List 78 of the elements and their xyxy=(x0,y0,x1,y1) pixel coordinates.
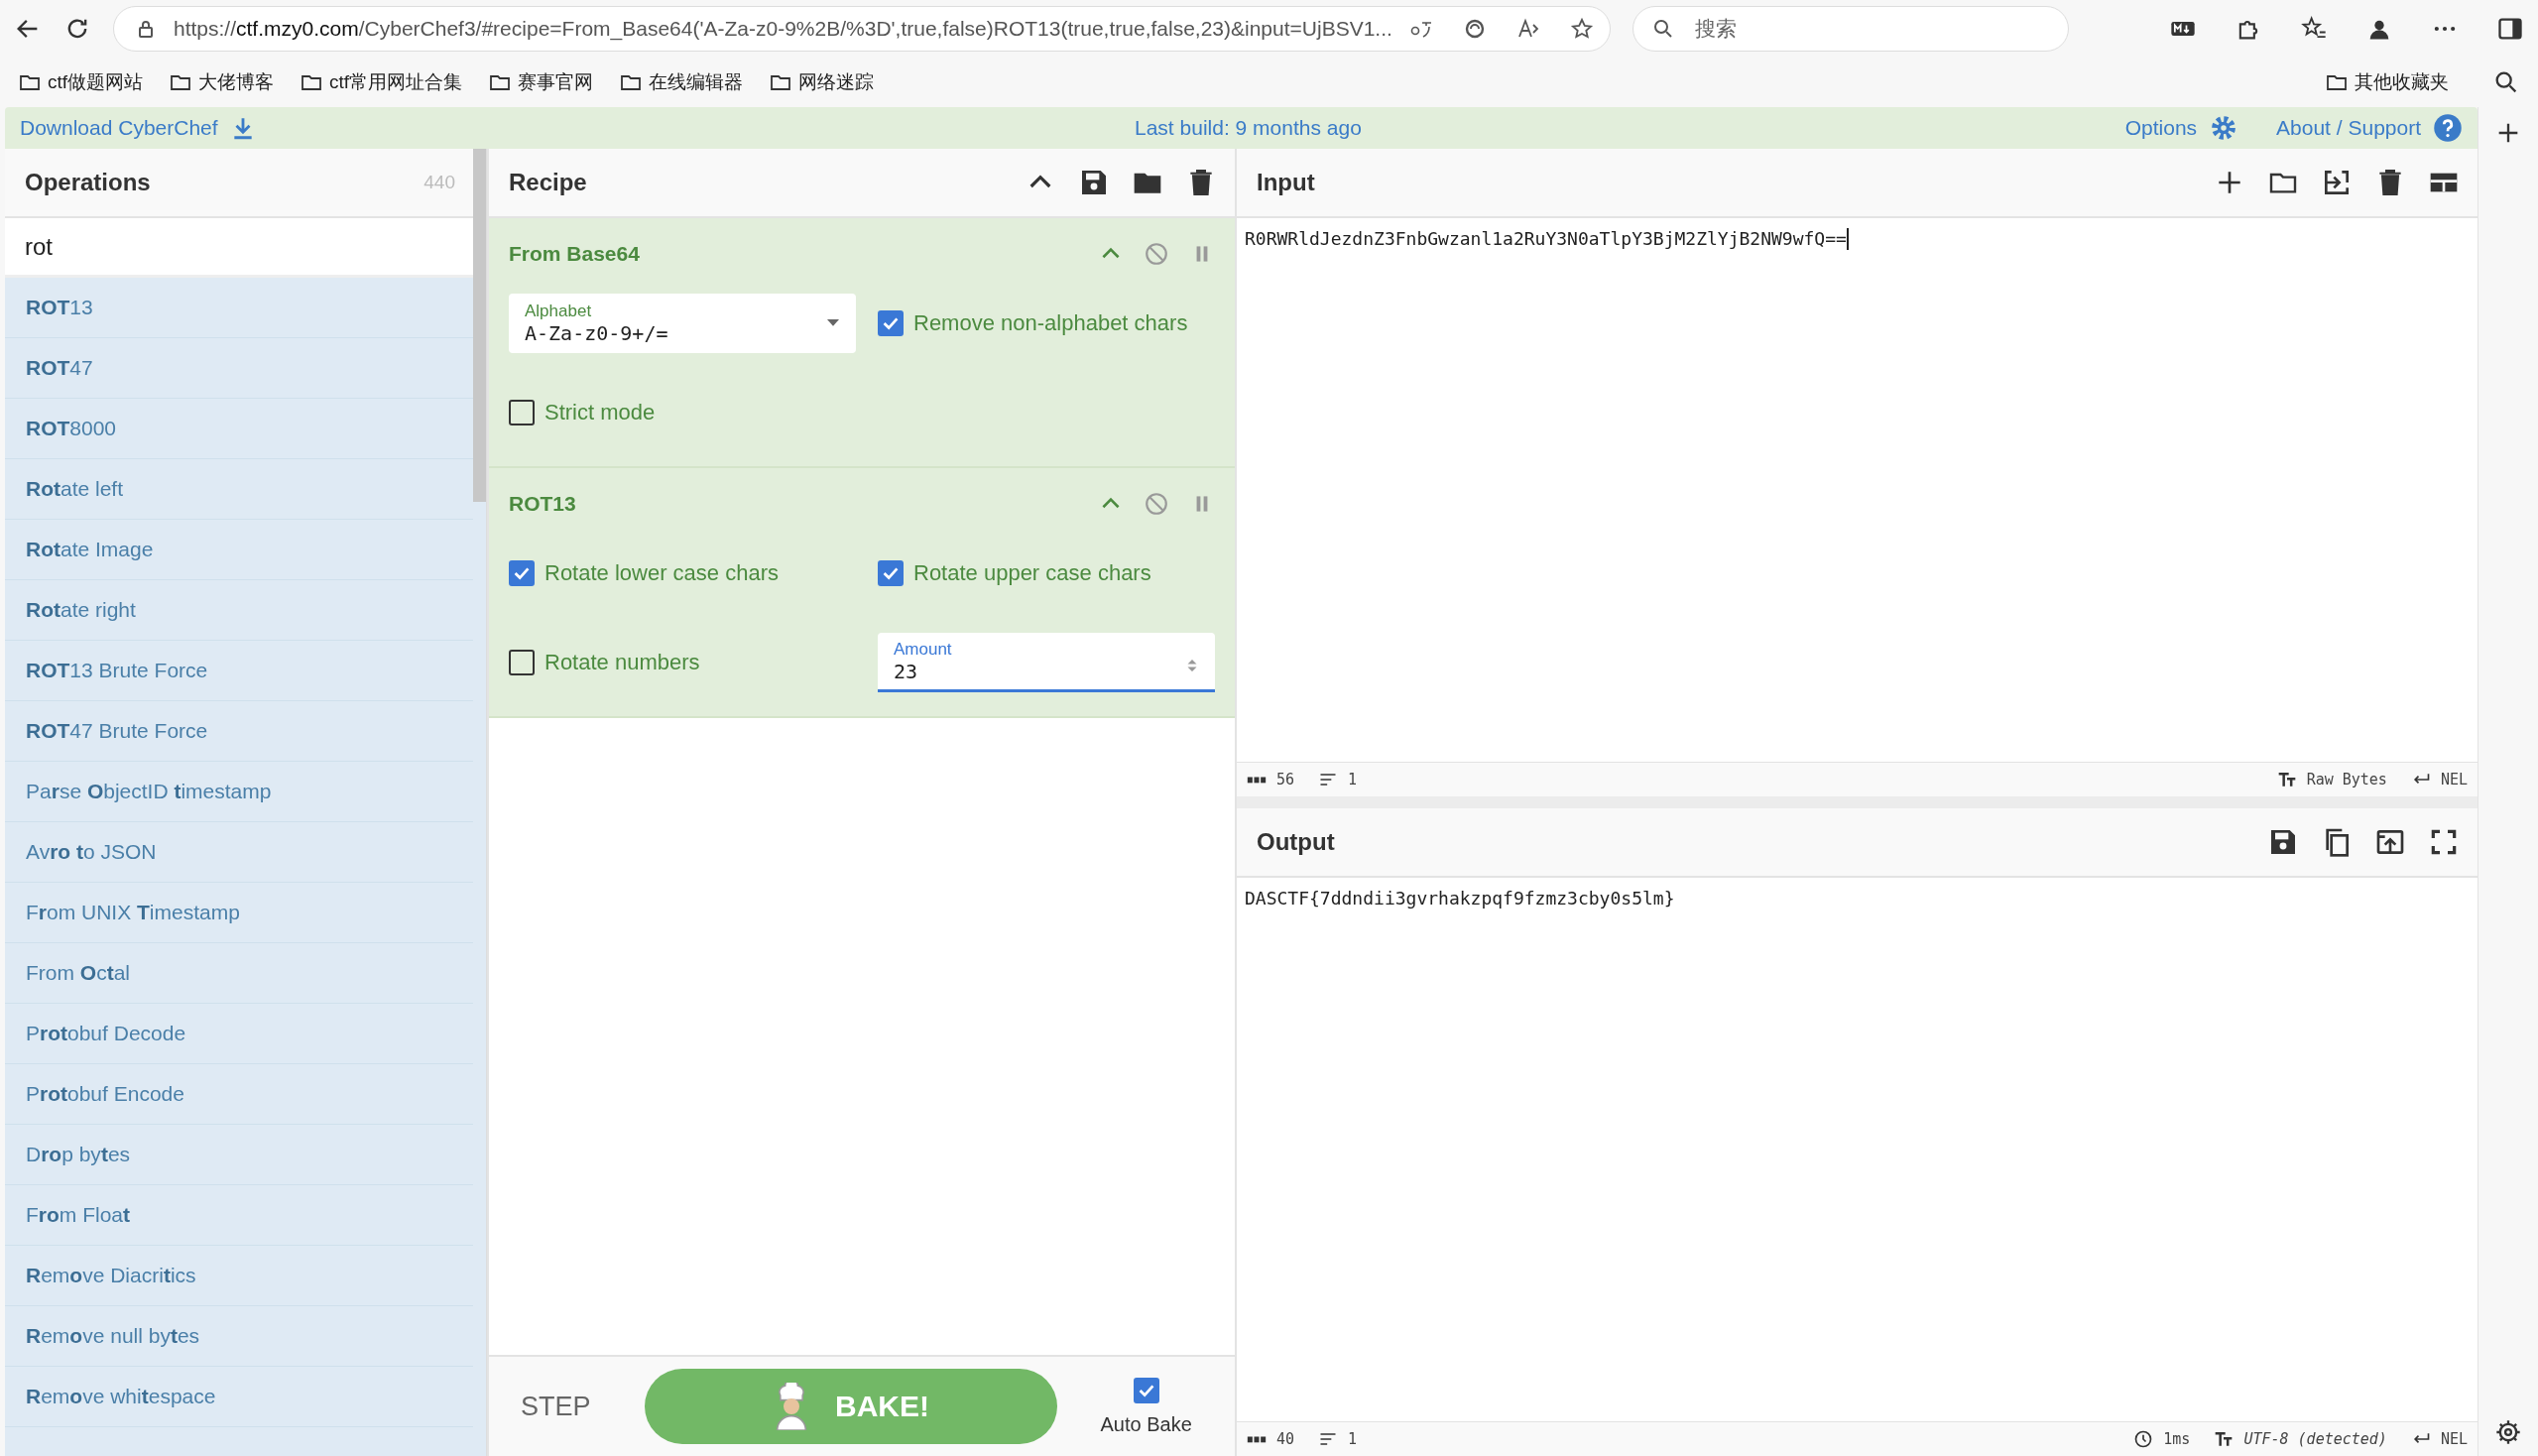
operation-count: 440 xyxy=(423,172,455,193)
address-bar[interactable]: https://ctf.mzy0.com/CyberChef3/#recipe=From_Base64('A-Za-z0-9%2B/%3D',true,false)ROT13(true,true,false,23)&input=UjBSV1... xyxy=(113,6,1611,52)
browser-search-field[interactable]: 搜索 xyxy=(1632,6,2069,52)
operation-item[interactable]: From UNIX Timestamp xyxy=(5,883,473,943)
help-icon xyxy=(2433,113,2463,143)
build-info: Last build: 9 months ago xyxy=(1135,116,1362,140)
refresh-circle-icon[interactable] xyxy=(1463,17,1487,41)
operation-item[interactable]: ROT13 Brute Force xyxy=(5,641,473,701)
checkbox[interactable] xyxy=(878,560,904,586)
encoding-label[interactable]: UTF-8 (detected) xyxy=(2243,1430,2387,1448)
panel-title: Output xyxy=(1257,828,1335,856)
line-count: 1 xyxy=(1348,1430,1358,1448)
text-encoding-icon[interactable] xyxy=(2276,770,2297,789)
checkbox-label: Rotate numbers xyxy=(544,650,700,675)
operation-item[interactable]: Protobuf Decode xyxy=(5,1004,473,1064)
operation-item[interactable]: Rotate left xyxy=(5,459,473,520)
options-link[interactable]: Options xyxy=(2124,113,2239,143)
character-count: 56 xyxy=(1276,771,1295,789)
checkbox-label: Auto Bake xyxy=(1100,1412,1192,1436)
operation-item[interactable]: From Float xyxy=(5,1185,473,1246)
input-text: R0RWRldJezdnZ3FnbGwzanl1a2RuY3N0aTlpY3BjM2ZlYjB2NW9wfQ== xyxy=(1245,228,1847,249)
operation-item[interactable]: Drop bytes xyxy=(5,1125,473,1185)
bookmark-folder[interactable]: 在线编辑器 xyxy=(619,69,744,95)
checkbox-label: Rotate lower case chars xyxy=(544,560,779,586)
checkbox[interactable] xyxy=(1133,1377,1159,1403)
checkbox-label: Rotate upper case chars xyxy=(913,560,1151,586)
operation-item[interactable]: Avro to JSON xyxy=(5,822,473,883)
bookmark-folder[interactable]: 其他收藏夹 xyxy=(2325,69,2449,95)
favorite-star-icon[interactable] xyxy=(1570,17,1594,41)
number-field[interactable]: Amount 23 xyxy=(878,633,1215,692)
download-link[interactable]: Download CyberChef xyxy=(20,115,256,141)
operation-item[interactable]: ROT47 Brute Force xyxy=(5,701,473,762)
operation-item[interactable]: From Octal xyxy=(5,943,473,1004)
clock-icon xyxy=(2133,1429,2154,1449)
bake-time: 1ms xyxy=(2163,1430,2191,1448)
output-text: DASCTF{7ddndii3gvrhakzpqf9fzmz3cby0s5lm} xyxy=(1245,888,1675,909)
operation-item[interactable]: Remove null bytes xyxy=(5,1306,473,1367)
field-value: A-Za-z0-9+/= xyxy=(525,321,668,345)
url-text: https://ctf.mzy0.com/CyberChef3/#recipe=From_Base64('A-Za-z0-9%2B/%3D',true,false)ROT13(true,true,false,23)&input=UjBSV1... xyxy=(174,17,1393,41)
bookmark-folder[interactable]: 网络迷踪 xyxy=(769,69,875,95)
operation-title: ROT13 xyxy=(509,492,576,516)
operation-item[interactable]: Protobuf Encode xyxy=(5,1064,473,1125)
operation-item[interactable]: Rotate Image xyxy=(5,520,473,580)
search-placeholder: 搜索 xyxy=(1695,16,1737,42)
field-value: 23 xyxy=(894,659,918,683)
field-label: Amount xyxy=(894,639,953,660)
line-ending-label[interactable]: NEL xyxy=(2440,771,2468,789)
text-encoding-icon[interactable] xyxy=(2214,1429,2235,1449)
bake-button[interactable]: BAKE! xyxy=(644,1369,1057,1444)
step-button[interactable]: STEP xyxy=(511,1381,601,1432)
checkbox[interactable] xyxy=(878,310,904,336)
operation-item[interactable]: Remove Diacritics xyxy=(5,1246,473,1306)
scrollbar[interactable] xyxy=(473,149,486,502)
checkbox[interactable] xyxy=(509,650,535,675)
checkbox[interactable] xyxy=(509,560,535,586)
bookmark-folder[interactable]: 大佬博客 xyxy=(169,69,275,95)
panel-title: Operations xyxy=(25,169,151,196)
checkbox-label: Strict mode xyxy=(544,400,656,425)
panel-title: Recipe xyxy=(509,169,587,196)
encoding-label[interactable]: Raw Bytes xyxy=(2306,771,2387,789)
dropdown-field[interactable]: Alphabet A-Za-z0-9+/= xyxy=(509,294,856,353)
search-field[interactable]: rot xyxy=(5,218,473,278)
settings-icon[interactable] xyxy=(2494,1418,2522,1446)
bookmark-folder[interactable]: ctf做题网站 xyxy=(18,69,144,95)
checkbox-label: Remove non-alphabet chars xyxy=(913,310,1188,336)
operation-item[interactable]: Parse ObjectID timestamp xyxy=(5,762,473,822)
operation-item[interactable]: Rotate right xyxy=(5,580,473,641)
about-link[interactable]: About / Support xyxy=(2276,113,2463,143)
field-label: Alphabet xyxy=(525,302,593,321)
operation-item[interactable]: Remove whitespace xyxy=(5,1367,473,1427)
line-count: 1 xyxy=(1348,771,1358,789)
character-count: 40 xyxy=(1276,1430,1295,1448)
line-ending-label[interactable]: NEL xyxy=(2440,1430,2468,1448)
bookmark-folder[interactable]: 赛事官网 xyxy=(488,69,594,95)
bookmark-folder[interactable]: ctf常用网址合集 xyxy=(300,69,463,95)
operation-title: From Base64 xyxy=(509,242,640,266)
checkbox[interactable] xyxy=(509,400,535,425)
panel-title: Input xyxy=(1257,169,1315,196)
